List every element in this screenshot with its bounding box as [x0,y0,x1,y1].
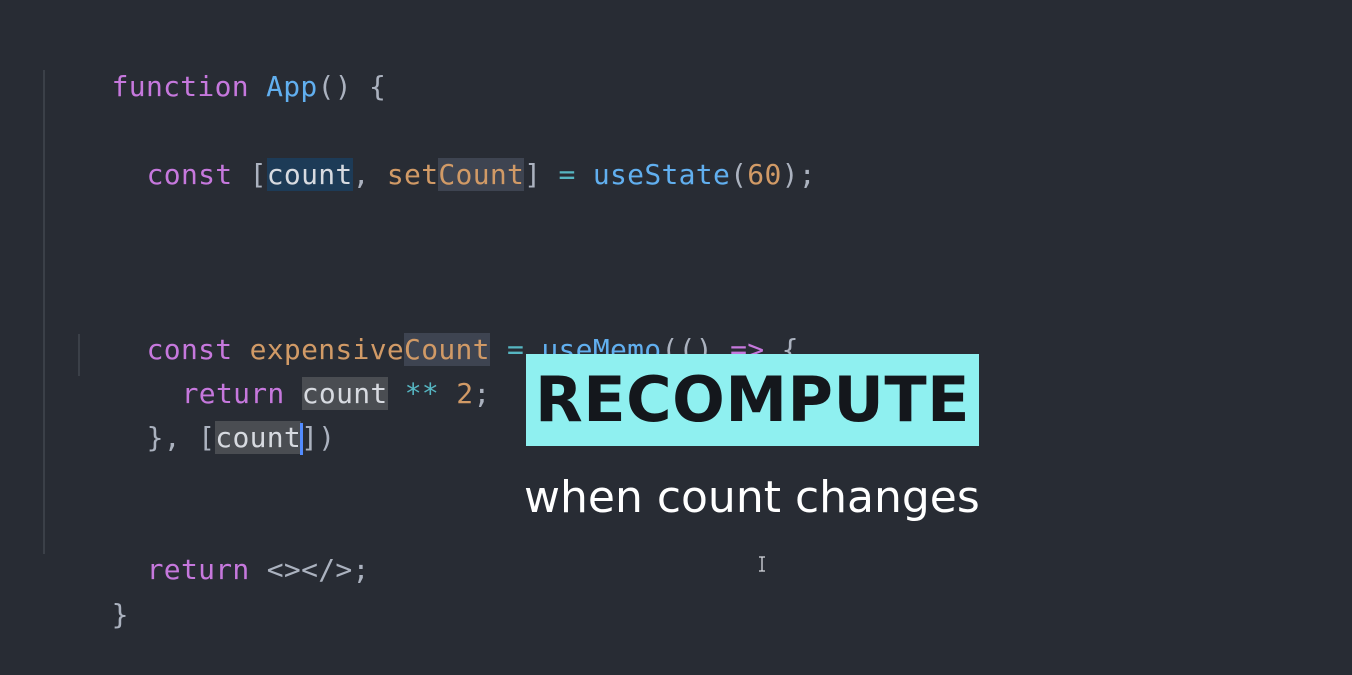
token-number: 60 [747,158,782,191]
token-selected-variable: count [266,158,353,191]
token-punctuation: <></>; [249,553,370,586]
token-operator: = [558,158,576,191]
token-setter: setCount [386,158,525,191]
token-setter-prefix: set [386,158,439,191]
token-keyword: return [146,553,250,586]
token-punctuation: ); [781,158,816,191]
code-line-5[interactable]: }, [count]) [78,378,335,455]
token-punctuation: () { [317,70,387,103]
code-line-3[interactable]: const expensiveCount = useMemo(() => { [78,290,799,366]
code-line-4[interactable]: return count ** 2; [113,334,491,410]
token-number: 2 [456,377,474,410]
token-setter-highlighted-suffix: Count [438,158,525,191]
token-function-name: App [266,70,318,103]
token-operator: ** [404,377,440,410]
token-operator: = [507,333,525,366]
token-punctuation: ( [730,158,748,191]
overlay-subtitle: when count changes [524,472,980,523]
token-function-call: useState [592,158,731,191]
code-line-6[interactable]: return <></>; [78,510,370,586]
text-cursor-icon [759,556,765,572]
token-punctuation: [ [232,158,267,191]
overlay-title-box: RECOMPUTE [526,354,979,446]
code-editor[interactable]: function App() { const [count, setCount]… [0,0,1352,631]
token-highlighted-variable: count [215,421,302,454]
token-keyword: const [146,158,233,191]
code-line-1[interactable]: function App() { [43,27,386,103]
token-punctuation: } [111,598,129,631]
token-setter-text: setCount [386,158,525,191]
code-line-7[interactable]: } [43,555,129,631]
token-keyword: function [111,70,249,103]
token-punctuation: }, [ [146,421,216,454]
token-punctuation: ]) [301,421,336,454]
code-line-2[interactable]: const [count, setCount] = useState(60); [78,115,816,191]
overlay-title: RECOMPUTE [535,363,970,436]
token-punctuation: , [352,158,387,191]
token-punctuation: ] [524,158,559,191]
token-punctuation: ; [473,377,491,410]
